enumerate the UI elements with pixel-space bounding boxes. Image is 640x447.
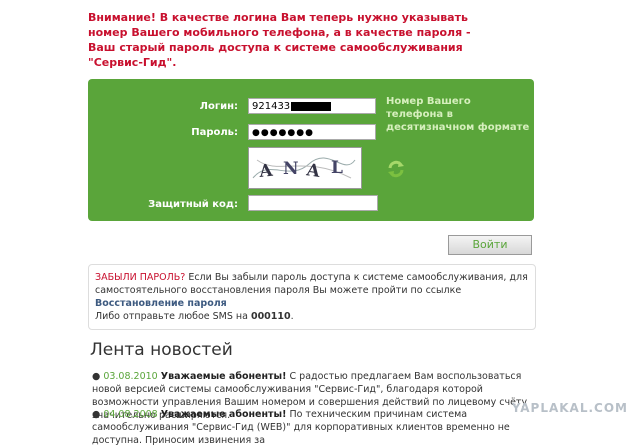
news-date: 04.08.2008: [103, 409, 158, 420]
news-date: 03.08.2010: [103, 371, 158, 382]
login-label: Логин:: [199, 101, 238, 112]
news-title: Лента новостей: [90, 340, 233, 360]
sms-number: 000110: [250, 311, 291, 322]
svg-text:N: N: [283, 159, 299, 179]
password-label: Пароль:: [191, 127, 238, 138]
sms-end: .: [290, 311, 294, 322]
watermark: YAPLAKAL.COM: [511, 401, 628, 415]
redacted-bar: [291, 101, 332, 111]
login-warning: Внимание! В качестве логина Вам теперь н…: [88, 11, 471, 69]
news-item: ● 04.08.2008 Уважаемые абоненты! По техн…: [92, 409, 510, 446]
captcha-image: A N A L: [248, 147, 362, 189]
login-hint: Номер Вашего телефона в десятизначном фо…: [386, 96, 530, 133]
forgot-password-box: ЗАБЫЛИ ПАРОЛЬ? Если Вы забыли пароль дос…: [88, 264, 536, 330]
security-code-input[interactable]: [248, 195, 378, 211]
submit-container: Войти: [448, 235, 532, 255]
restore-password-link[interactable]: Восстановление пароля: [95, 298, 227, 309]
login-button[interactable]: Войти: [448, 235, 532, 255]
login-input-value: 921433: [252, 101, 291, 112]
login-input[interactable]: 921433: [248, 98, 376, 114]
news-heading: Уважаемые абоненты!: [160, 409, 287, 420]
svg-text:A: A: [304, 160, 322, 182]
sms-text: Либо отправьте любое SMS на: [95, 311, 251, 322]
news-heading: Уважаемые абоненты!: [160, 371, 287, 382]
svg-text:L: L: [331, 158, 343, 178]
svg-text:A: A: [257, 161, 274, 182]
refresh-captcha-icon[interactable]: [386, 159, 406, 179]
login-panel: Логин: 921433 Пароль: ●●●●●●● Номер Ваше…: [88, 79, 534, 221]
password-input[interactable]: ●●●●●●●: [248, 124, 376, 140]
security-code-label: Защитный код:: [148, 199, 238, 210]
forgot-title: ЗАБЫЛИ ПАРОЛЬ?: [95, 272, 186, 283]
